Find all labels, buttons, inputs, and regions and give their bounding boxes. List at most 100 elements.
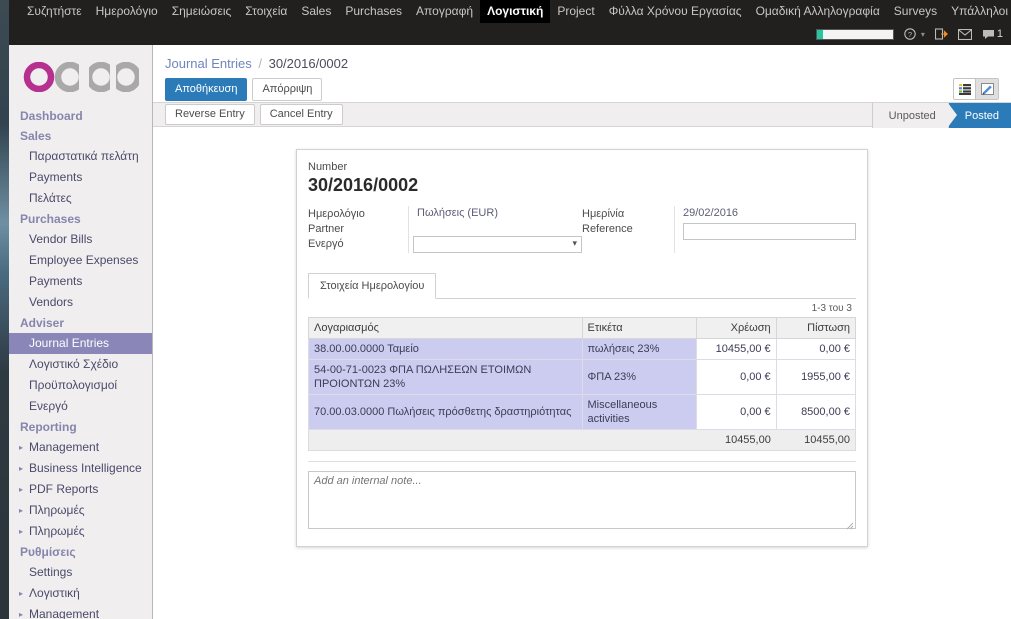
sidebar-item-13[interactable]: Προϋπολογισμοί bbox=[9, 375, 152, 396]
cell-credit: 8500,00 € bbox=[775, 394, 857, 430]
sidebar-item-20[interactable]: Πληρωμές bbox=[9, 521, 152, 542]
sidebar-item-16[interactable]: Management bbox=[9, 437, 152, 458]
sidebar-item-label: Management bbox=[29, 607, 100, 619]
sidebar-section-label: Reporting bbox=[20, 420, 77, 434]
form-edit-icon bbox=[980, 83, 994, 95]
list-icon bbox=[958, 83, 971, 95]
reverse-entry-button[interactable]: Reverse Entry bbox=[165, 104, 255, 125]
sidebar-item-18[interactable]: PDF Reports bbox=[9, 479, 152, 500]
sidebar-item-24[interactable]: Management bbox=[9, 604, 152, 619]
sidebar-item-14[interactable]: Ενεργό bbox=[9, 396, 152, 417]
view-switcher bbox=[953, 78, 999, 100]
breadcrumb-separator: / bbox=[258, 56, 262, 71]
table-row[interactable]: 38.00.00.0000 Ταμείο πωλήσεις 23% 10455,00… bbox=[308, 338, 857, 360]
sidebar-item-label: Πληρωμές bbox=[29, 524, 85, 538]
column-header-label[interactable]: Ετικέτα bbox=[581, 317, 698, 339]
menu-item-7[interactable]: Λογιστική bbox=[480, 0, 551, 23]
sidebar-item-label: Payments bbox=[29, 170, 83, 184]
app-root: Συζητήστε Ημερολόγιο Σημειώσεις Στοιχεία Sal… bbox=[0, 0, 1011, 619]
status-badge-1[interactable]: Posted bbox=[947, 103, 1011, 128]
reference-input[interactable] bbox=[683, 223, 856, 240]
table-row[interactable]: 70.00.03.0000 Πωλήσεις πρόσθετης δραστηρ… bbox=[308, 394, 857, 430]
sidebar-item-4[interactable]: Πελάτες bbox=[9, 188, 152, 209]
partner-select[interactable] bbox=[413, 236, 582, 253]
menu-item-8[interactable]: Project bbox=[550, 0, 601, 23]
sidebar-item-11[interactable]: Journal Entries bbox=[9, 333, 152, 354]
sidebar-item-label: Παραστατικά πελάτη bbox=[29, 149, 139, 163]
menu-item-label: Surveys bbox=[893, 4, 938, 18]
cell-debit: 0,00 € bbox=[696, 359, 777, 395]
sidebar-item-3[interactable]: Payments bbox=[9, 167, 152, 188]
sidebar-item-17[interactable]: Business Intelligence bbox=[9, 458, 152, 479]
number-label: Number bbox=[308, 161, 348, 173]
main-menu: Συζητήστε Ημερολόγιο Σημειώσεις Στοιχεία Sal… bbox=[20, 0, 1011, 23]
discard-button[interactable]: Απόρριψη bbox=[252, 78, 323, 101]
odoo-logo[interactable] bbox=[9, 45, 152, 103]
sidebar-section: Adviser bbox=[9, 313, 152, 333]
menu-item-11[interactable]: Surveys bbox=[887, 0, 944, 23]
progress-bar-fill bbox=[816, 29, 823, 39]
sidebar-item-2[interactable]: Παραστατικά πελάτη bbox=[9, 146, 152, 167]
top-navbar: Συζητήστε Ημερολόγιο Σημειώσεις Στοιχεία Sal… bbox=[9, 0, 1011, 23]
sidebar-item-9[interactable]: Vendors bbox=[9, 292, 152, 313]
sidebar-section: Ρυθμίσεις bbox=[9, 542, 152, 562]
help-icon: ? bbox=[904, 28, 916, 40]
sidebar-item-19[interactable]: Πληρωμές bbox=[9, 500, 152, 521]
chat-bubble-icon bbox=[982, 29, 994, 39]
status-label: Posted bbox=[964, 109, 999, 122]
right-labels: Ημερίνία Reference bbox=[582, 206, 674, 253]
edit-action-buttons: Αποθήκευση Απόρριψη bbox=[165, 78, 999, 101]
menu-item-12[interactable]: Υπάλληλοι bbox=[944, 0, 1011, 23]
menu-item-5[interactable]: Purchases bbox=[338, 0, 409, 23]
number-value: 30/2016/0002 bbox=[308, 175, 419, 195]
sidebar-item-label: Λογιστική bbox=[29, 586, 80, 600]
menu-item-label: Σημειώσεις bbox=[171, 4, 232, 18]
cell-account: 70.00.03.0000 Πωλήσεις πρόσθετης δραστηρ… bbox=[308, 394, 583, 430]
internal-note-input[interactable] bbox=[308, 471, 856, 529]
menu-item-10[interactable]: Ομαδική Αλληλογραφία bbox=[749, 0, 887, 23]
breadcrumb-root[interactable]: Journal Entries bbox=[165, 56, 252, 71]
menu-item-9[interactable]: Φύλλα Χρόνου Εργασίας bbox=[602, 0, 749, 23]
help-menu[interactable]: ? ▾ bbox=[904, 28, 925, 40]
menu-item-1[interactable]: Ημερολόγιο bbox=[89, 0, 165, 23]
sidebar-item-12[interactable]: Λογιστικό Σχέδιο bbox=[9, 354, 152, 375]
menu-item-label: Project bbox=[557, 4, 595, 18]
sidebar-item-23[interactable]: Λογιστική bbox=[9, 583, 152, 604]
column-header-account[interactable]: Λογαριασμός bbox=[308, 317, 583, 339]
sidebar-item-label: Journal Entries bbox=[29, 336, 110, 350]
column-header-debit[interactable]: Χρέωση bbox=[696, 317, 777, 339]
sidebar-item-7[interactable]: Employee Expenses bbox=[9, 250, 152, 271]
sidebar-item-22[interactable]: Settings bbox=[9, 562, 152, 583]
form-view-button[interactable] bbox=[976, 79, 998, 99]
tab-journal-items[interactable]: Στοιχεία Ημερολογίου bbox=[308, 273, 437, 299]
left-values: Πωλήσεις (EUR) bbox=[408, 206, 582, 253]
menu-item-2[interactable]: Σημειώσεις bbox=[165, 0, 239, 23]
cancel-entry-button[interactable]: Cancel Entry bbox=[259, 104, 343, 125]
column-header-credit[interactable]: Πίστωση bbox=[775, 317, 857, 339]
list-view-button[interactable] bbox=[954, 79, 976, 99]
envelope-icon bbox=[957, 28, 972, 40]
sidebar-item-8[interactable]: Payments bbox=[9, 271, 152, 292]
sidebar-section: Sales bbox=[9, 126, 152, 146]
table-row[interactable]: 54-00-71-0023 ΦΠΑ ΠΩΛΗΣΕΩΝ ΕΤΟΙΜΩΝ ΠΡΟΙΟ… bbox=[308, 359, 857, 395]
desktop-background-sliver bbox=[0, 0, 9, 619]
messages-button[interactable]: 1 bbox=[982, 28, 1003, 40]
mail-button[interactable] bbox=[957, 28, 972, 40]
sidebar-item-label: Vendors bbox=[29, 295, 74, 309]
menu-item-3[interactable]: Στοιχεία bbox=[238, 0, 294, 23]
breadcrumb: Journal Entries / 30/2016/0002 bbox=[165, 56, 999, 71]
message-count: 1 bbox=[996, 28, 1003, 40]
total-debit: 10455,00 bbox=[724, 434, 771, 446]
menu-item-label: Λογιστική bbox=[487, 4, 544, 18]
menu-item-4[interactable]: Sales bbox=[294, 0, 338, 23]
chevron-down-icon: ▾ bbox=[920, 29, 925, 39]
save-button[interactable]: Αποθήκευση bbox=[165, 78, 248, 101]
cell-label: πωλήσεις 23% bbox=[581, 338, 698, 360]
sidebar-item-6[interactable]: Vendor Bills bbox=[9, 229, 152, 250]
cell-account: 54-00-71-0023 ΦΠΑ ΠΩΛΗΣΕΩΝ ΕΤΟΙΜΩΝ ΠΡΟΙΟ… bbox=[308, 359, 583, 395]
menu-item-6[interactable]: Απογραφή bbox=[409, 0, 480, 23]
cell-credit: 1955,00 € bbox=[775, 359, 857, 395]
logout-button[interactable] bbox=[934, 28, 948, 40]
menu-item-0[interactable]: Συζητήστε bbox=[20, 0, 89, 23]
status-badge-0[interactable]: Unposted bbox=[871, 103, 957, 128]
